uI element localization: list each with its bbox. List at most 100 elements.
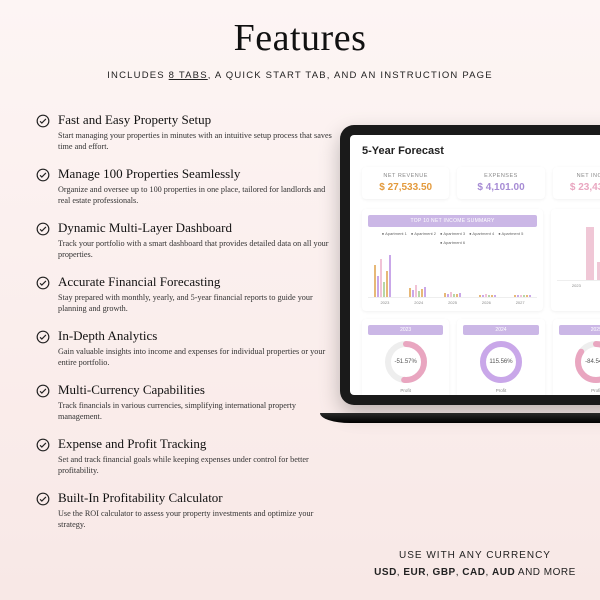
year-group [370,255,395,297]
donut-value: 115.56% [489,359,512,365]
feature-desc: Set and track financial goals while keep… [58,454,336,477]
mini-x-labels: 20232024 [557,283,600,288]
check-icon [36,492,50,506]
stat-label: NET REVENUE [366,173,445,179]
check-icon [36,438,50,452]
bar [488,295,490,297]
feature-item: Expense and Profit Tracking Set and trac… [36,436,336,477]
legend-item: Apartment 4 [469,231,494,236]
x-labels: 20232024202520262027 [368,300,537,305]
year-group [405,285,430,297]
bar [380,259,382,297]
bar [415,285,417,297]
legend-item: Apartment 1 [382,231,407,236]
bar [377,276,379,297]
check-icon [36,222,50,236]
feature-item: Dynamic Multi-Layer Dashboard Track your… [36,220,336,261]
donut-chart: -51.57% [383,339,429,385]
feature-desc: Use the ROI calculator to assess your pr… [58,508,336,531]
bar [485,294,487,297]
check-icon [36,114,50,128]
bar [586,227,594,280]
feature-title: Accurate Financial Forecasting [58,274,336,290]
donut-year: 2023 [368,325,443,335]
donut-chart: 115.56% [478,339,524,385]
stat-value: $ 27,533.50 [366,182,445,193]
subtitle-a: INCLUDES [107,70,168,81]
screen-title: 5-Year Forecast [362,145,600,157]
bar [526,295,528,297]
main-chart: TOP 10 NET INCOME SUMMARY Apartment 1Apa… [362,209,543,311]
x-label: 2023 [572,283,581,288]
donut-year: 2025 [559,325,600,335]
bar [517,295,519,297]
page-title: Features [0,0,600,60]
side-chart: 20232024 [551,209,600,311]
bar [529,295,531,297]
stat-card: NET REVENUE $ 27,533.50 [362,167,449,199]
legend-item: Apartment 2 [411,231,436,236]
stat-value: $ 23,432.50 [557,182,600,193]
feature-title: Multi-Currency Capabilities [58,382,336,398]
donut-label: Profit [368,388,443,393]
bar [389,255,391,297]
laptop-mockup: 5-Year Forecast NET REVENUE $ 27,533.50 E… [340,125,600,435]
feature-title: Built-In Profitability Calculator [58,490,336,506]
bar [514,295,516,297]
currency-codes: USD, EUR, GBP, CAD, AUD AND MORE [350,567,600,578]
bar [520,295,522,297]
check-icon [36,384,50,398]
legend-item: Apartment 5 [498,231,523,236]
feature-title: In-Depth Analytics [58,328,336,344]
currency-heading: USE WITH ANY CURRENCY [350,550,600,561]
x-label: 2023 [380,300,389,305]
feature-item: Multi-Currency Capabilities Track financ… [36,382,336,423]
bar [482,295,484,297]
feature-title: Dynamic Multi-Layer Dashboard [58,220,336,236]
donut-card: 2023 -51.57% Profit [362,319,449,395]
feature-item: Fast and Easy Property Setup Start manag… [36,112,336,153]
donut-label: Profit [463,388,538,393]
feature-desc: Stay prepared with monthly, yearly, and … [58,292,336,315]
chart-legend: Apartment 1 Apartment 2 Apartment 3 Apartme… [368,231,537,245]
feature-item: Accurate Financial Forecasting Stay prep… [36,274,336,315]
subtitle-underline: 8 TABS [169,70,208,81]
year-group [440,292,465,297]
bar [386,271,388,297]
bar [418,291,420,297]
donut-chart: -84.54% [573,339,600,385]
bar [424,287,426,297]
stat-label: NET INCOME [557,173,600,179]
bar [409,288,411,297]
laptop-screen: 5-Year Forecast NET REVENUE $ 27,533.50 E… [350,135,600,395]
bar [523,295,525,297]
bar [494,295,496,298]
bar [450,292,452,297]
bar [459,293,461,298]
legend-item: Apartment 3 [440,231,465,236]
x-label: 2025 [448,300,457,305]
donut-row: 2023 -51.57% Profit 2024 115.56% Profit … [362,319,600,395]
stat-row: NET REVENUE $ 27,533.50 EXPENSES $ 4,101.… [362,167,600,199]
bar [491,295,493,297]
bar [479,295,481,298]
bar [447,294,449,298]
feature-desc: Track financials in various currencies, … [58,400,336,423]
bar [444,293,446,297]
donut-card: 2024 115.56% Profit [457,319,544,395]
feature-title: Expense and Profit Tracking [58,436,336,452]
check-icon [36,276,50,290]
stat-label: EXPENSES [461,173,540,179]
feature-item: Manage 100 Properties Seamlessly Organiz… [36,166,336,207]
legend-item: Apartment 6 [440,240,465,245]
feature-desc: Track your portfolio with a smart dashbo… [58,238,336,261]
donut-value: -84.54% [585,359,600,365]
bar [421,289,423,297]
feature-desc: Start managing your properties in minute… [58,130,336,153]
stat-value: $ 4,101.00 [461,182,540,193]
stat-card: NET INCOME $ 23,432.50 [553,167,600,199]
year-group [510,295,535,297]
feature-title: Manage 100 Properties Seamlessly [58,166,336,182]
x-label: 2027 [516,300,525,305]
x-label: 2024 [414,300,423,305]
